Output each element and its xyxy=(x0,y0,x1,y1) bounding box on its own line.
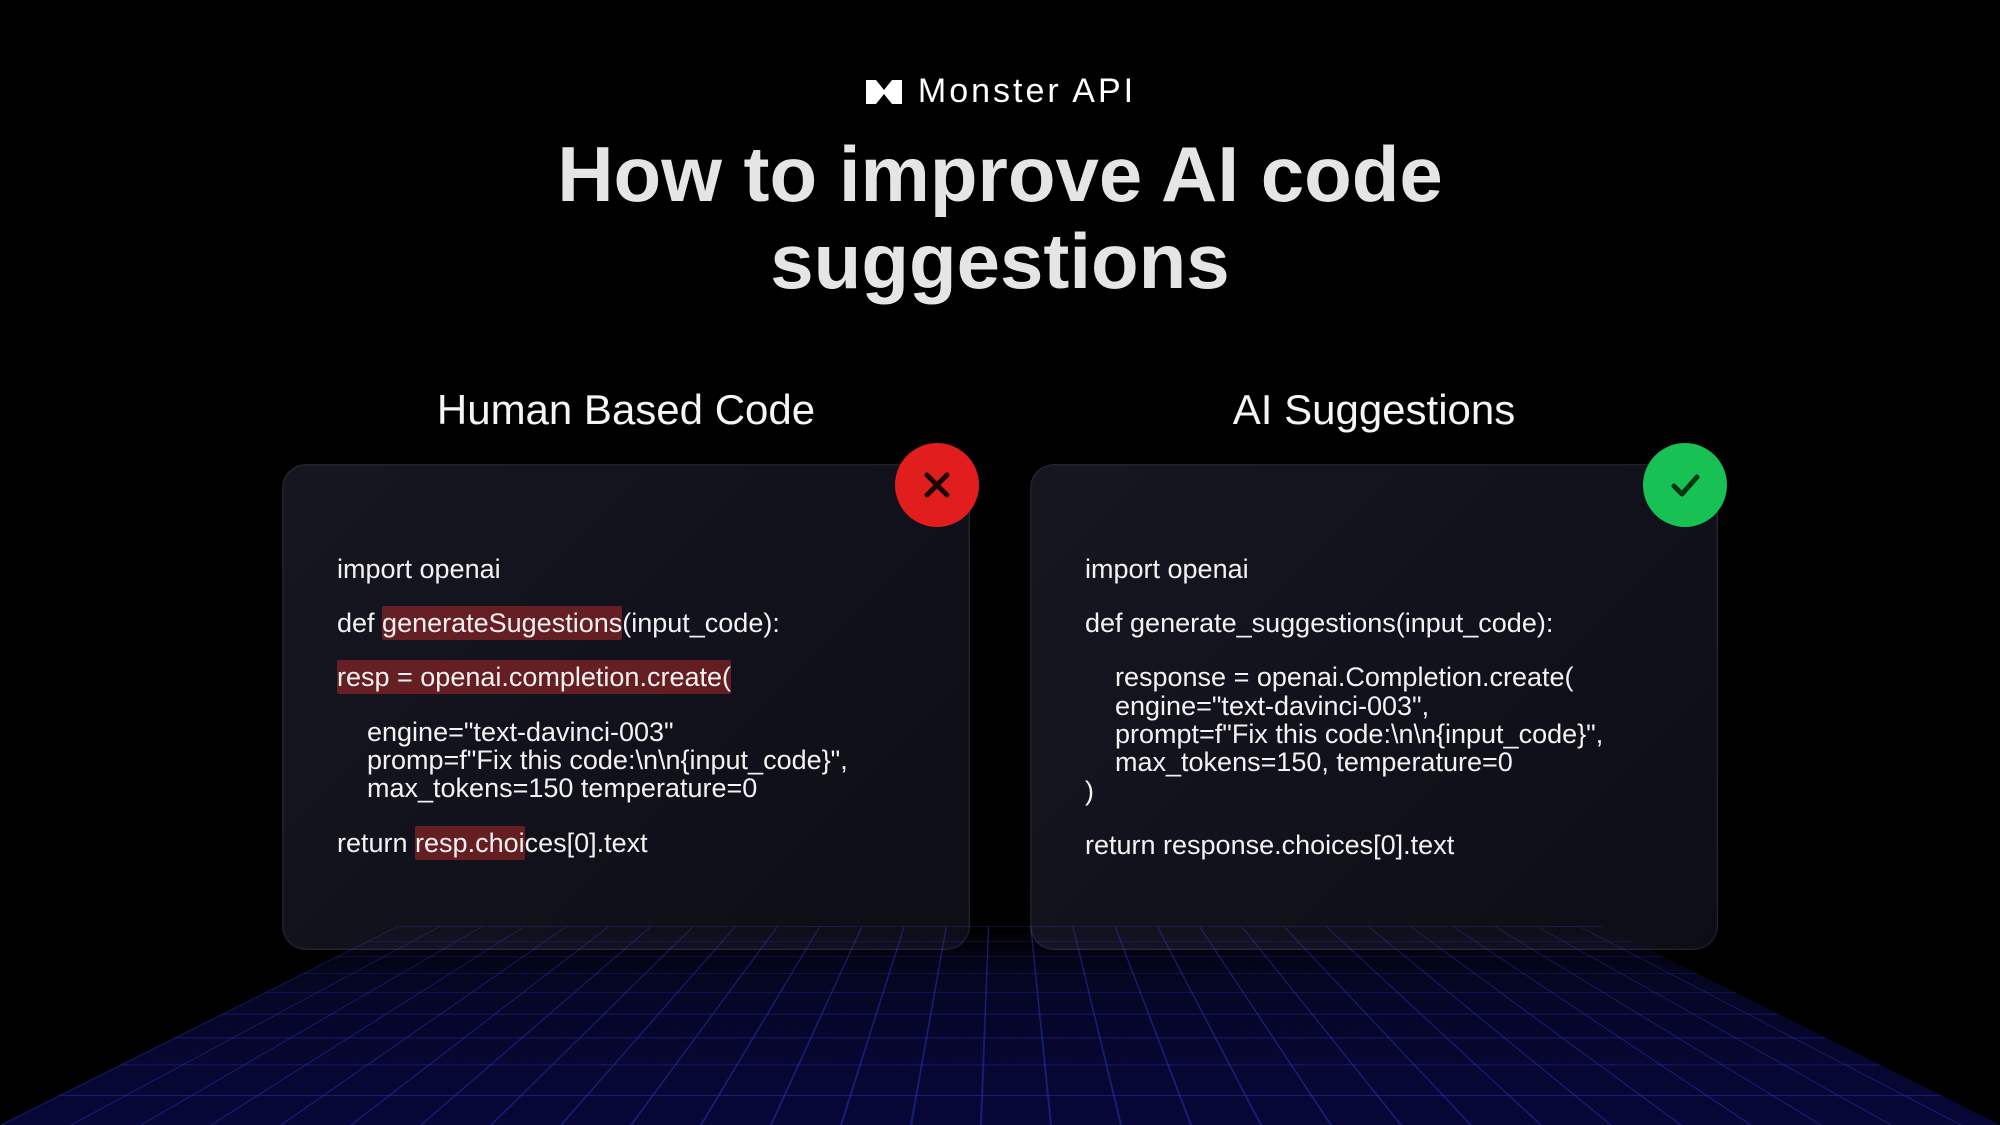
code-line: def generateSugestions(input_code): xyxy=(337,606,780,640)
code-line: return resp.choices[0].text xyxy=(337,826,648,860)
brand-row: Monster API xyxy=(864,72,1136,111)
x-icon xyxy=(895,443,979,527)
right-column: AI Suggestions import openai def generat… xyxy=(1030,386,1718,950)
code-line: return response.choices[0].text xyxy=(1085,830,1454,860)
code-line: ) xyxy=(1085,776,1094,806)
page-title: How to improve AI code suggestions xyxy=(550,131,1450,306)
code-line: resp = openai.completion.create( xyxy=(337,660,731,694)
code-highlight: resp = openai.completion.create( xyxy=(337,660,731,694)
code-line: import openai xyxy=(1085,554,1249,584)
code-line: max_tokens=150, temperature=0 xyxy=(1085,747,1513,777)
code-line: engine="text-davinci-003" xyxy=(337,717,674,747)
left-column: Human Based Code import openai def gener… xyxy=(282,386,970,950)
left-code-block: import openai def generateSugestions(inp… xyxy=(337,555,915,857)
columns: Human Based Code import openai def gener… xyxy=(0,386,2000,950)
code-line: response = openai.Completion.create( xyxy=(1085,662,1574,692)
code-line: engine="text-davinci-003", xyxy=(1085,691,1429,721)
content-wrapper: Monster API How to improve AI code sugge… xyxy=(0,0,2000,1125)
code-line: def generate_suggestions(input_code): xyxy=(1085,608,1553,638)
right-heading: AI Suggestions xyxy=(1233,386,1516,434)
code-line: prompt=f"Fix this code:\n\n{input_code}"… xyxy=(1085,719,1603,749)
code-highlight: generateSugestions xyxy=(382,606,622,640)
code-line: import openai xyxy=(337,554,501,584)
code-highlight: resp.choi xyxy=(415,826,525,860)
left-heading: Human Based Code xyxy=(437,386,815,434)
code-line: max_tokens=150 temperature=0 xyxy=(337,773,757,803)
monster-logo-icon xyxy=(864,76,904,108)
right-card: import openai def generate_suggestions(i… xyxy=(1030,464,1718,950)
check-icon xyxy=(1643,443,1727,527)
right-code-block: import openai def generate_suggestions(i… xyxy=(1085,555,1663,860)
brand-name: Monster API xyxy=(918,72,1136,111)
code-line: promp=f"Fix this code:\n\n{input_code}", xyxy=(337,745,848,775)
left-card: import openai def generateSugestions(inp… xyxy=(282,464,970,950)
